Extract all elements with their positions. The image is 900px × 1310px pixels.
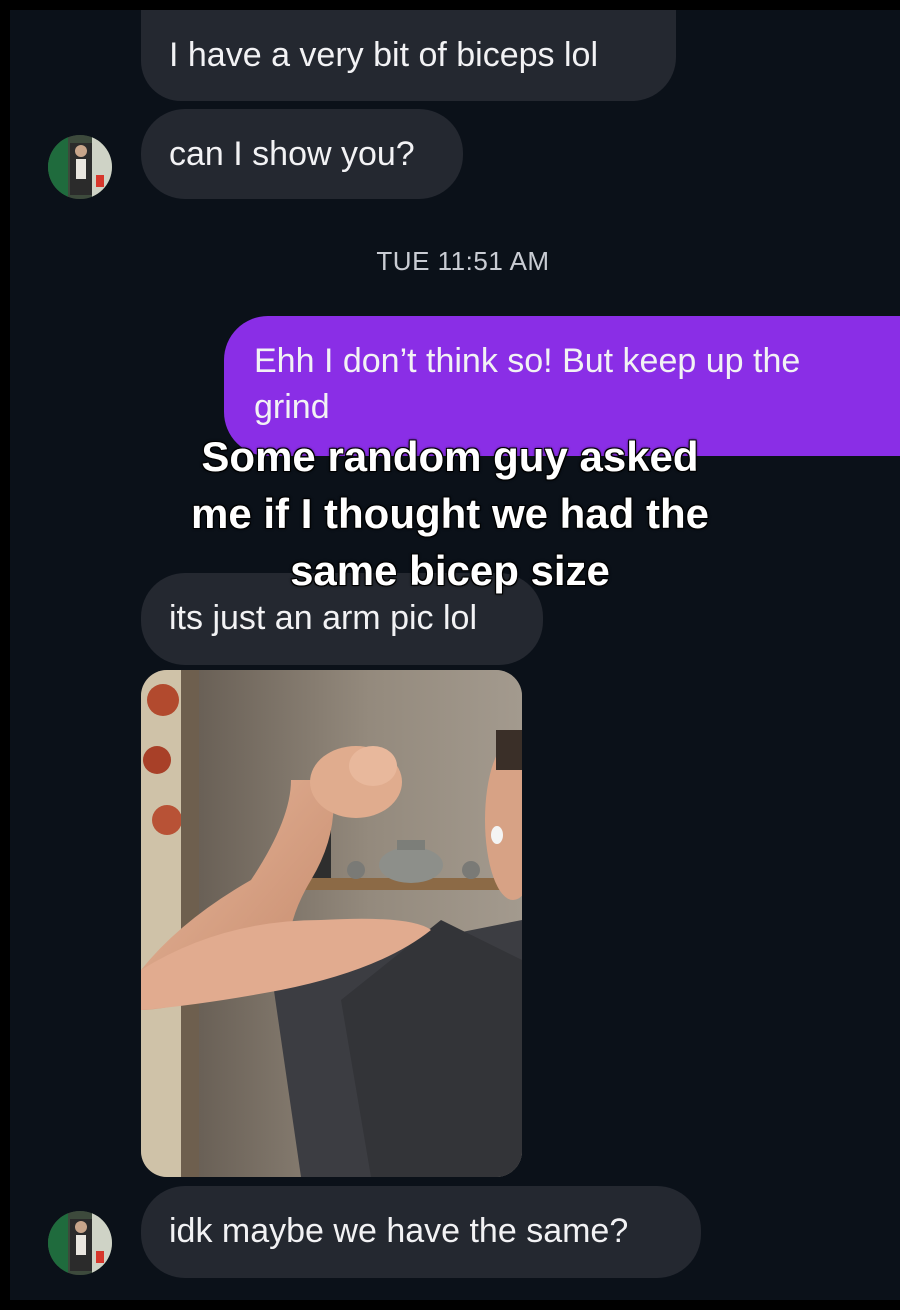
message-timestamp: TUE 11:51 AM: [376, 246, 550, 276]
message-text: Ehh I don’t think so! But keep up the gr…: [254, 342, 801, 426]
message-bubble-incoming[interactable]: its just an arm pic lol: [141, 573, 543, 665]
message-bubble-incoming[interactable]: can I show you?: [141, 109, 463, 199]
photo-attachment[interactable]: [141, 670, 522, 1177]
avatar-image: [48, 1211, 112, 1275]
message-text: idk maybe we have the same?: [169, 1212, 629, 1250]
message-text: I have a very bit of biceps lol: [169, 36, 599, 74]
contact-avatar[interactable]: [48, 135, 112, 199]
chat-screen: I have a very bit of biceps lol can I sh…: [10, 10, 900, 1300]
contact-avatar[interactable]: [48, 1211, 112, 1275]
message-text: can I show you?: [169, 135, 415, 173]
message-bubble-incoming[interactable]: idk maybe we have the same?: [141, 1186, 701, 1278]
message-text: its just an arm pic lol: [169, 599, 477, 637]
message-bubble-incoming[interactable]: I have a very bit of biceps lol: [141, 10, 676, 101]
avatar-image: [48, 135, 112, 199]
message-bubble-outgoing[interactable]: Ehh I don’t think so! But keep up the gr…: [224, 316, 900, 456]
arm-flex-photo-icon: [141, 670, 522, 1177]
